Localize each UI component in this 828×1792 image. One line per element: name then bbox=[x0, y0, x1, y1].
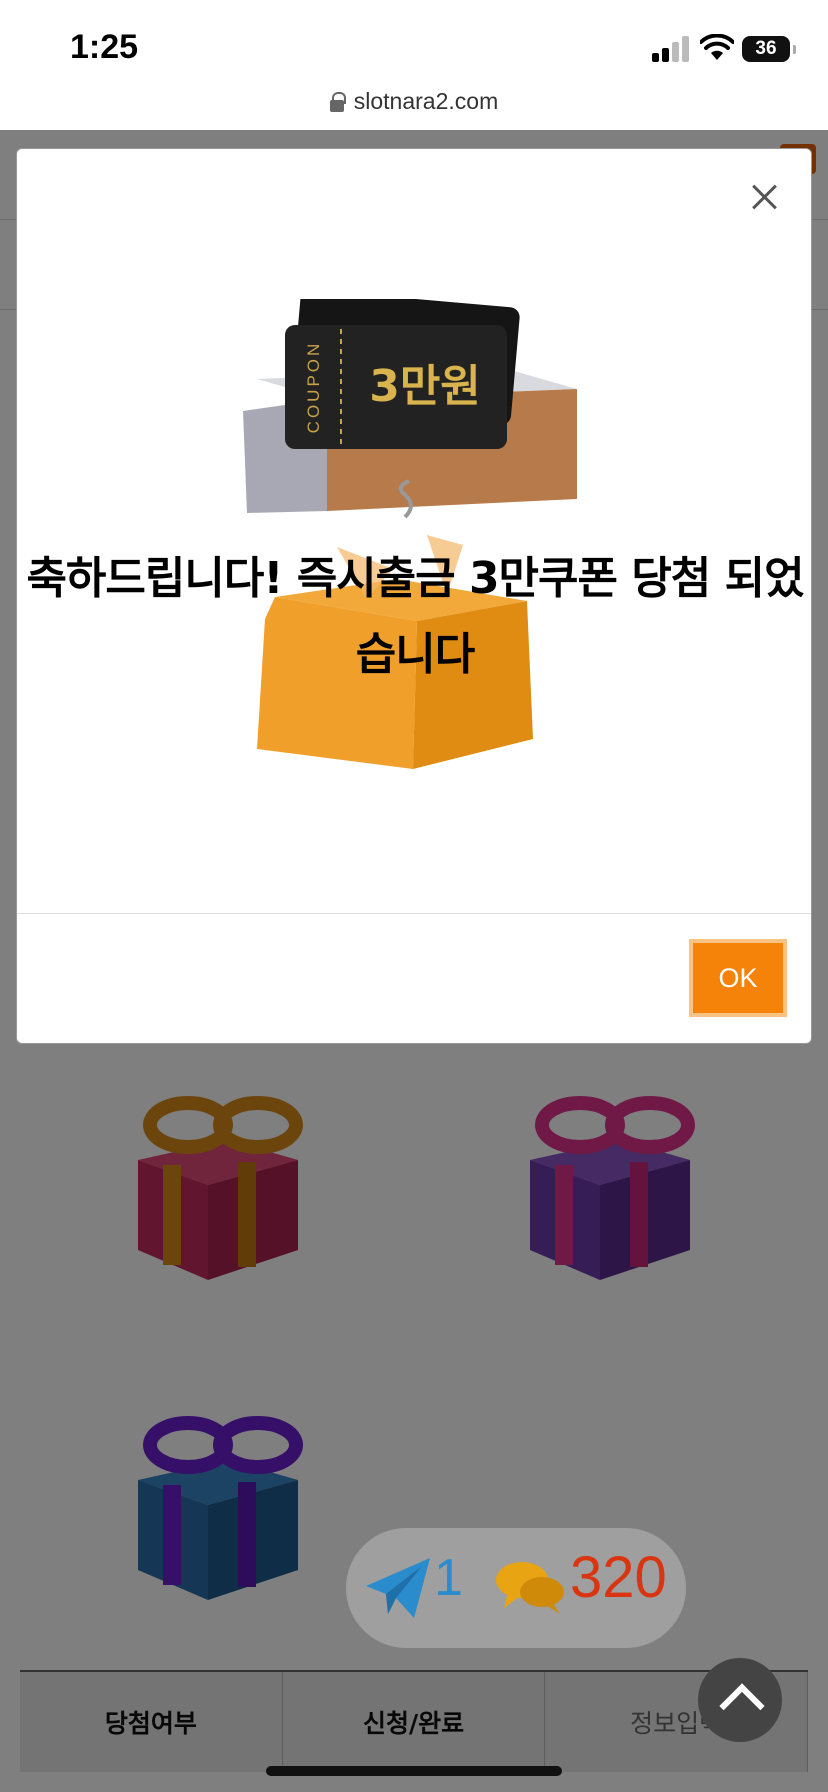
status-time: 1:25 bbox=[70, 28, 139, 66]
close-icon[interactable] bbox=[747, 179, 783, 215]
coupon-illustration: COUPON 3만원 bbox=[237, 289, 587, 769]
scroll-to-top-button[interactable] bbox=[698, 1658, 782, 1742]
home-indicator bbox=[266, 1766, 562, 1776]
battery-icon: 36 bbox=[742, 36, 796, 62]
chat-count: 320 bbox=[570, 1545, 667, 1610]
ok-button[interactable]: OK bbox=[689, 939, 787, 1017]
modal-divider bbox=[17, 913, 811, 914]
telegram-count: 1 bbox=[434, 1549, 463, 1607]
browser-url-bar[interactable]: slotnara2.com bbox=[0, 86, 828, 130]
chat-bubbles-icon[interactable] bbox=[494, 1556, 566, 1618]
prize-modal: COUPON 3만원 축하드립니다! 즉시출금 3만쿠폰 당첨 되었습니다 OK bbox=[16, 148, 812, 1044]
coupon-amount: 3만원 bbox=[369, 361, 481, 412]
status-bar: 1:25 36 bbox=[0, 0, 828, 86]
coupon-label: COUPON bbox=[304, 341, 323, 434]
wifi-icon bbox=[699, 33, 735, 62]
url-text: slotnara2.com bbox=[353, 88, 499, 114]
prize-message: 축하드립니다! 즉시출금 3만쿠폰 당첨 되었습니다 bbox=[26, 553, 804, 680]
lock-icon bbox=[329, 91, 346, 112]
cellular-signal-icon bbox=[652, 36, 690, 62]
telegram-icon[interactable] bbox=[362, 1552, 434, 1624]
